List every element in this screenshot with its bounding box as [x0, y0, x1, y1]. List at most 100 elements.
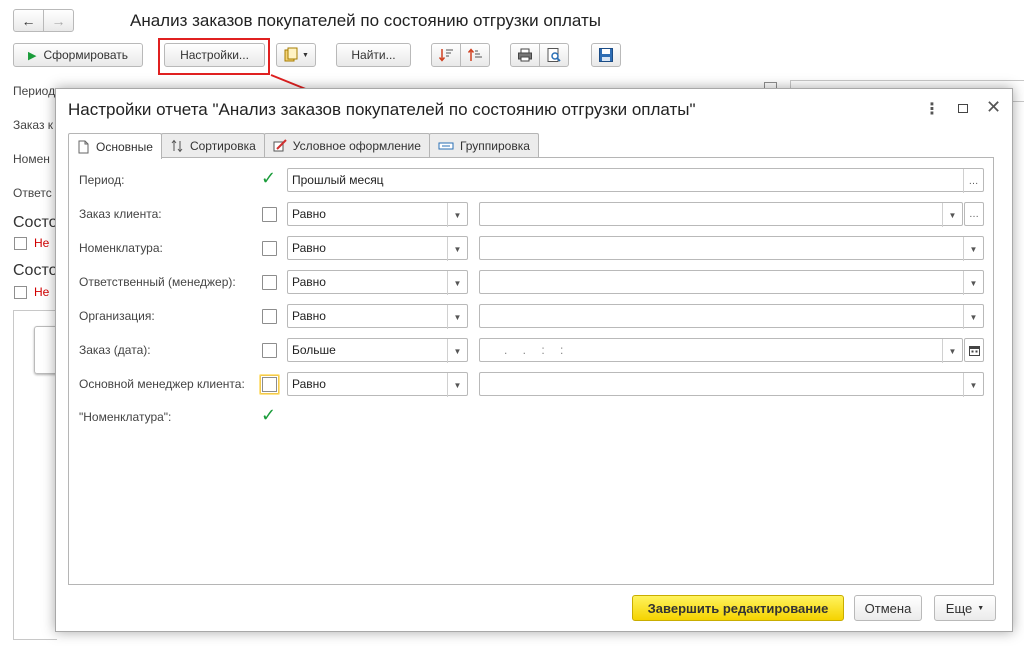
variants-button[interactable]: ▼	[276, 43, 316, 67]
bg-label-responsible: Ответс	[13, 186, 52, 200]
bg-section-state-2: Состо	[13, 262, 55, 279]
filter-row-responsible: Ответственный (менеджер): Равно ▼ ▼	[69, 270, 995, 295]
tab-sorting-label: Сортировка	[189, 139, 256, 153]
condition-select[interactable]: Больше ▼	[287, 338, 468, 363]
tab-grouping[interactable]: Группировка	[428, 133, 539, 158]
finish-editing-button[interactable]: Завершить редактирование	[632, 595, 844, 621]
condition-select[interactable]: Равно ▼	[287, 202, 468, 227]
dialog-title: Настройки отчета "Анализ заказов покупат…	[68, 100, 696, 119]
save-button[interactable]	[591, 43, 621, 67]
document-icon	[78, 140, 89, 153]
bg-label-order: Заказ к	[13, 118, 54, 132]
sort-descending-icon	[438, 49, 453, 62]
printer-icon	[518, 48, 532, 62]
filter-label: Заказ клиента:	[79, 207, 162, 221]
filter-value-field[interactable]: ▼	[479, 372, 984, 397]
find-button[interactable]: Найти...	[336, 43, 411, 67]
sort-descending-button[interactable]	[431, 43, 461, 67]
print-button[interactable]	[510, 43, 540, 67]
condition-select[interactable]: Равно ▼	[287, 270, 468, 295]
tab-main-label: Основные	[96, 139, 153, 154]
sort-icon	[171, 139, 183, 153]
maximize-icon[interactable]	[958, 104, 968, 113]
chevron-down-icon[interactable]: ▼	[447, 203, 467, 227]
choose-button[interactable]: …	[964, 202, 984, 226]
condition-value: Равно	[292, 309, 326, 323]
filter-checkbox[interactable]	[262, 241, 277, 256]
filter-value-field[interactable]: ▼	[479, 270, 984, 295]
play-icon: ▶	[27, 49, 37, 62]
checkbox-checked-icon[interactable]: ✓	[261, 168, 276, 189]
close-icon[interactable]: ✕	[986, 97, 1001, 118]
tab-conditional-formatting[interactable]: Условное оформление	[263, 133, 430, 158]
condition-value: Равно	[292, 241, 326, 255]
filter-checkbox[interactable]	[262, 207, 277, 222]
generate-button[interactable]: ▶ Сформировать	[13, 43, 143, 67]
chevron-down-icon[interactable]: ▼	[447, 373, 467, 397]
condition-select[interactable]: Равно ▼	[287, 372, 468, 397]
report-variants-icon	[284, 47, 298, 62]
choose-button[interactable]: …	[963, 169, 983, 193]
chevron-down-icon[interactable]: ▼	[963, 237, 983, 261]
tab-grouping-label: Группировка	[459, 139, 530, 153]
chevron-down-icon[interactable]: ▼	[447, 271, 467, 295]
filter-checkbox[interactable]	[262, 343, 277, 358]
filter-row-organization: Организация: Равно ▼ ▼	[69, 304, 995, 329]
tab-sorting[interactable]: Сортировка	[160, 133, 265, 158]
chevron-down-icon[interactable]: ▼	[942, 339, 962, 363]
chevron-down-icon[interactable]: ▼	[447, 339, 467, 363]
date-value: . . : :	[504, 343, 570, 357]
chevron-down-icon[interactable]: ▼	[447, 305, 467, 329]
condition-select[interactable]: Равно ▼	[287, 304, 468, 329]
filter-value-field[interactable]: ▼	[479, 236, 984, 261]
filter-row-order-date: Заказ (дата): Больше ▼ . . : : ▼	[69, 338, 995, 363]
filter-label: Организация:	[79, 309, 155, 323]
cancel-label: Отмена	[864, 600, 912, 616]
filter-value-field[interactable]: ▼	[479, 304, 984, 329]
chevron-down-icon[interactable]: ▼	[963, 373, 983, 397]
condition-value: Равно	[292, 207, 326, 221]
filter-checkbox-focused[interactable]	[260, 375, 279, 394]
find-button-label: Найти...	[351, 48, 396, 62]
filter-row-nomenclature-field: "Номенклатура": ✓	[69, 405, 995, 429]
date-value-field[interactable]: . . : : ▼	[479, 338, 963, 363]
floppy-disk-icon	[599, 48, 613, 62]
bg-red-item-2: Не	[34, 285, 50, 299]
filter-label: Ответственный (менеджер):	[79, 275, 236, 289]
cancel-button[interactable]: Отмена	[854, 595, 922, 621]
main-settings-panel: Период: ✓ Прошлый месяц … Заказ клиента:…	[68, 157, 994, 585]
finish-editing-label: Завершить редактирование	[647, 600, 829, 616]
filter-checkbox[interactable]	[262, 309, 277, 324]
tab-main[interactable]: Основные	[68, 133, 162, 159]
condition-value: Больше	[292, 343, 336, 357]
more-button[interactable]: Еще ▼	[934, 595, 996, 621]
arrow-right-icon: →	[51, 12, 66, 29]
more-vertical-icon[interactable]: ⋮	[924, 99, 940, 119]
checkbox-checked-icon[interactable]: ✓	[261, 405, 276, 426]
period-value-field[interactable]: Прошлый месяц …	[287, 168, 984, 193]
chevron-down-icon[interactable]: ▼	[447, 237, 467, 261]
bg-label-nomenclature: Номен	[13, 152, 50, 166]
bg-checkbox-2[interactable]	[14, 286, 27, 299]
sort-ascending-button[interactable]	[460, 43, 490, 67]
chevron-down-icon: ▼	[302, 51, 309, 59]
arrow-left-icon: ←	[21, 12, 36, 29]
filter-row-period: Период: ✓ Прошлый месяц …	[69, 168, 995, 193]
chevron-down-icon[interactable]: ▼	[963, 271, 983, 295]
bg-label-period: Период	[13, 84, 55, 98]
period-value: Прошлый месяц	[292, 173, 384, 187]
filter-value-field[interactable]: ▼	[479, 202, 963, 227]
settings-button[interactable]: Настройки...	[164, 43, 265, 67]
sort-ascending-icon	[467, 48, 482, 61]
bg-checkbox-1[interactable]	[14, 237, 27, 250]
back-button[interactable]: ←	[13, 9, 44, 32]
forward-button[interactable]: →	[43, 9, 74, 32]
chevron-down-icon[interactable]: ▼	[963, 305, 983, 329]
preview-button[interactable]	[539, 43, 569, 67]
filter-checkbox[interactable]	[262, 275, 277, 290]
filter-label: Основной менеджер клиента:	[79, 377, 245, 391]
calendar-button[interactable]	[964, 338, 984, 362]
chevron-down-icon[interactable]: ▼	[942, 203, 962, 227]
condition-select[interactable]: Равно ▼	[287, 236, 468, 261]
window-title: Анализ заказов покупателей по состоянию …	[130, 11, 601, 30]
